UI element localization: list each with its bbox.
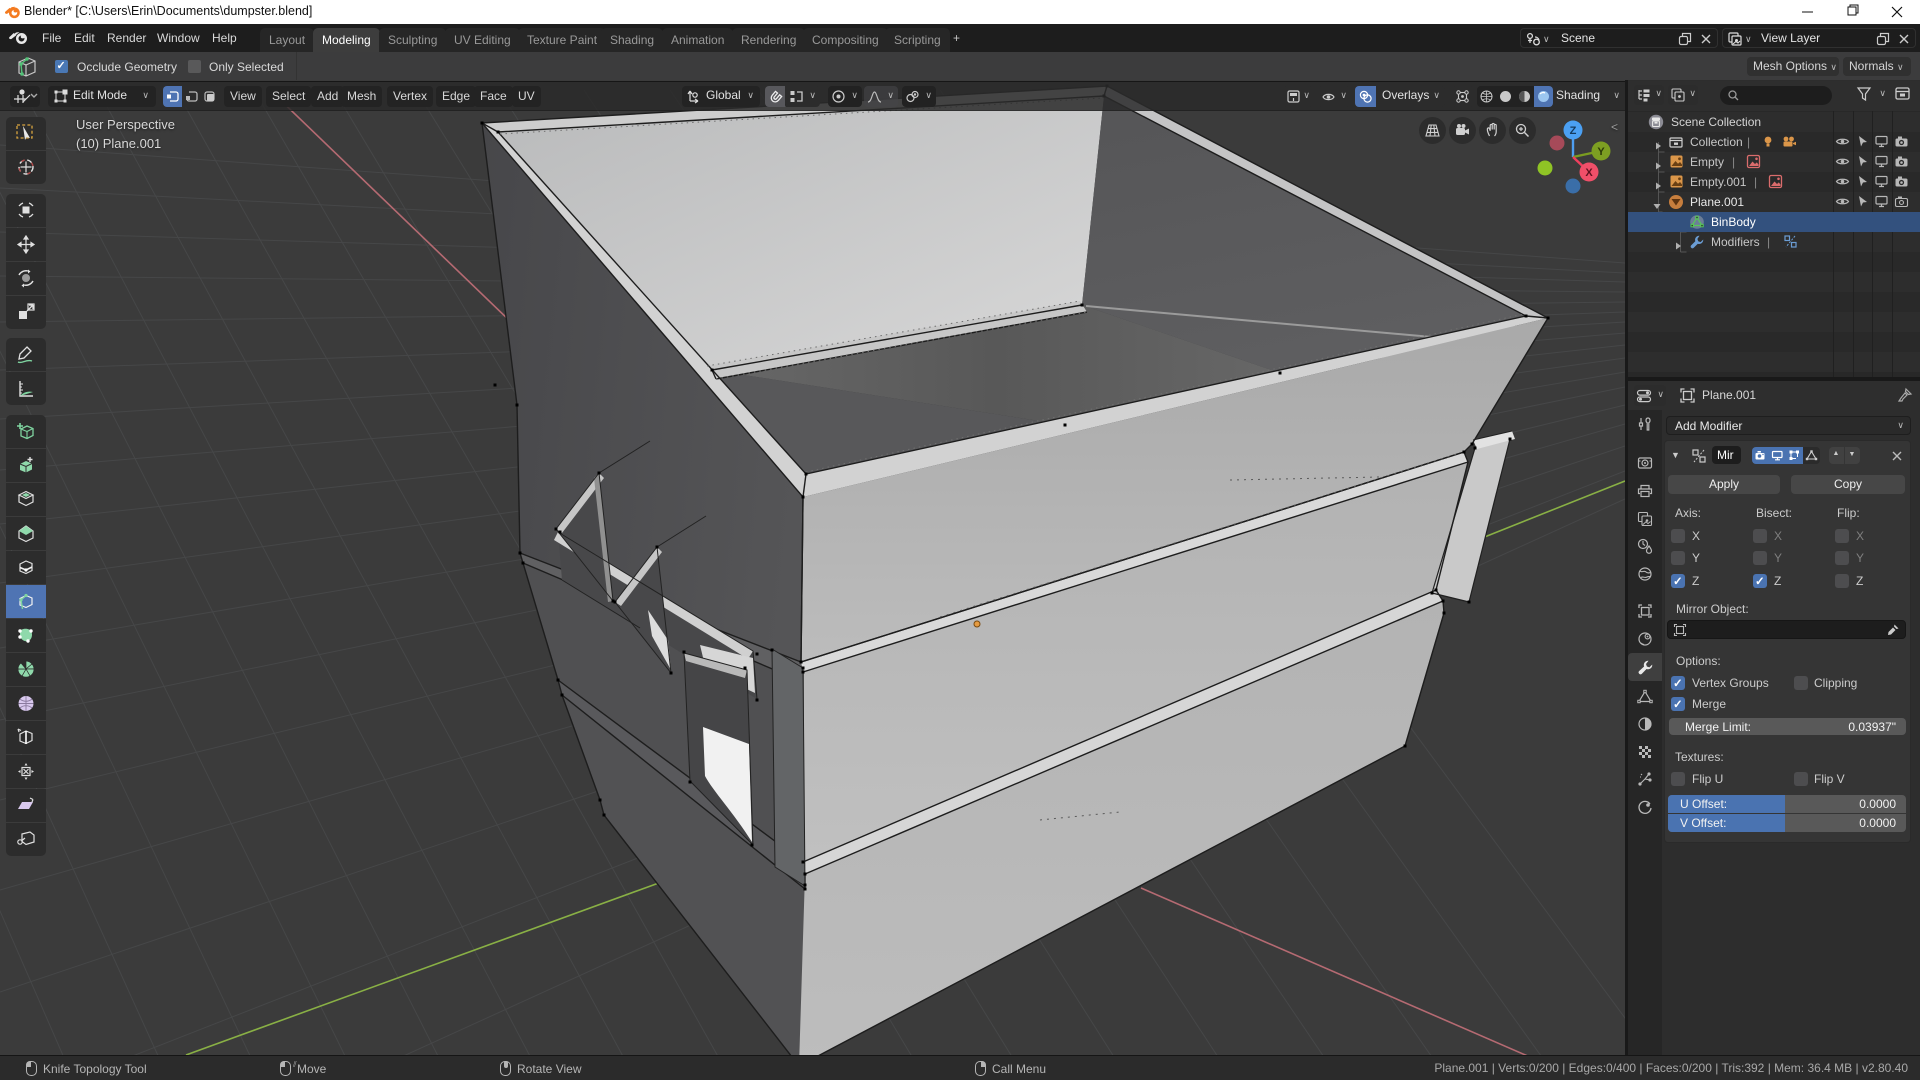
- svg-text:Z: Z: [1570, 125, 1577, 137]
- svg-text:X: X: [1585, 167, 1593, 179]
- svg-text:Y: Y: [1597, 146, 1605, 158]
